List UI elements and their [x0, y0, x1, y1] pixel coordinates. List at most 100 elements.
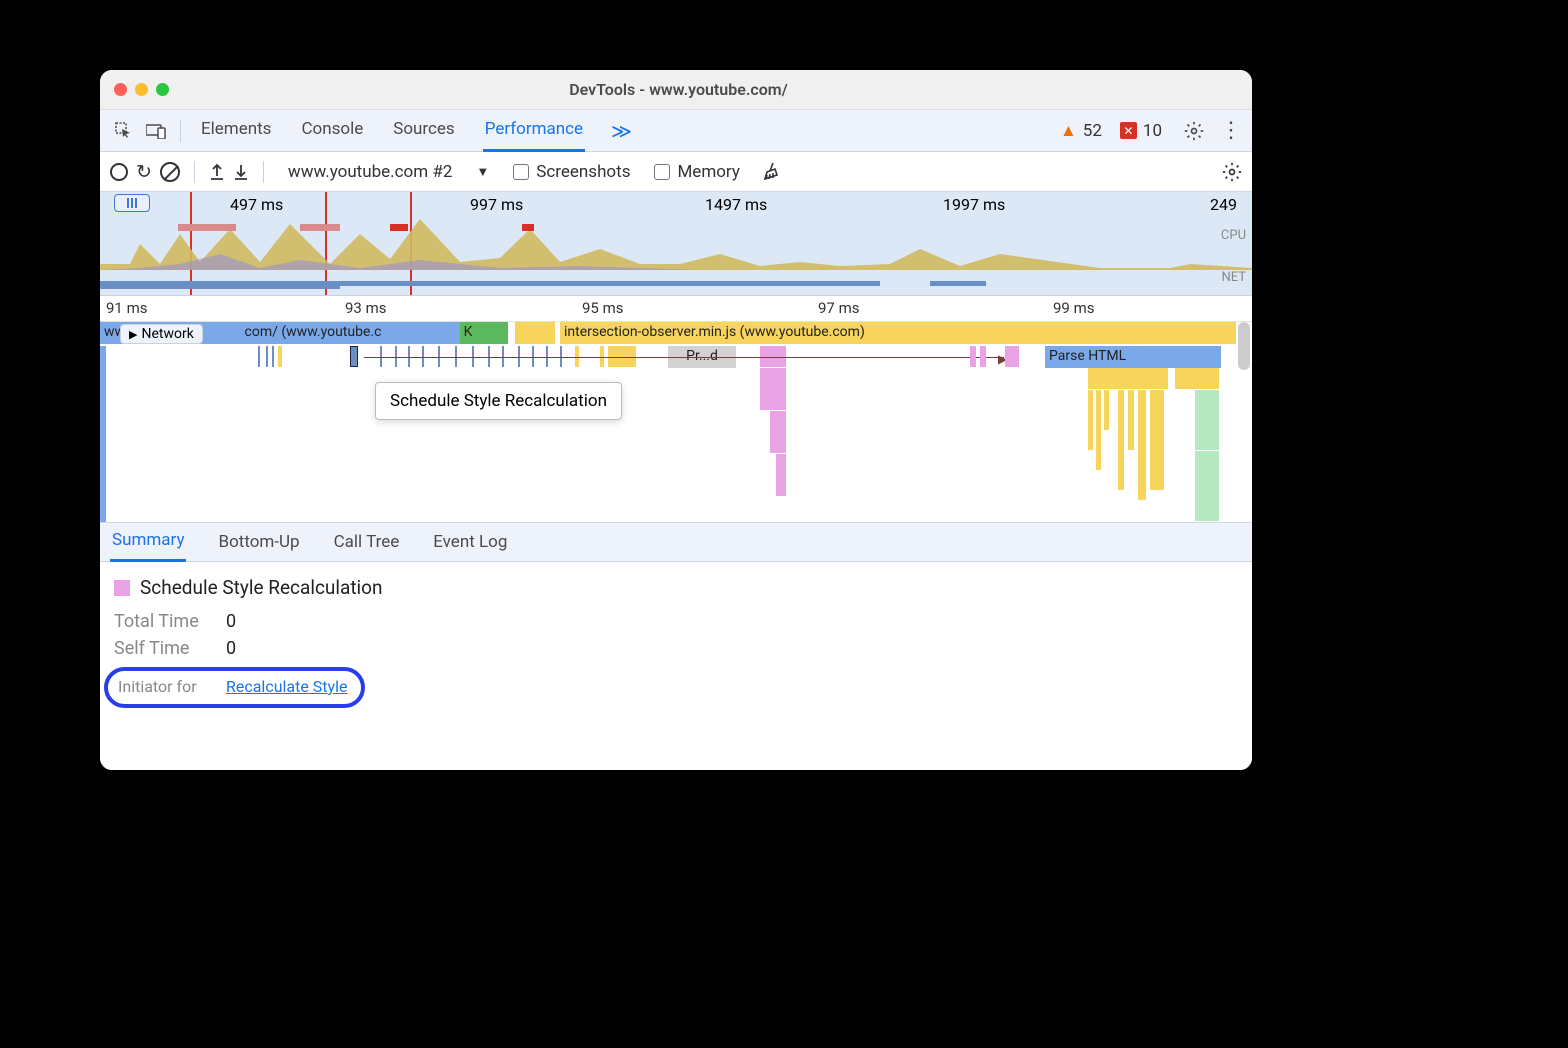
flame-bar-pink[interactable] — [980, 346, 986, 367]
flame-bar-yellow[interactable] — [1096, 390, 1101, 470]
tab-performance[interactable]: Performance — [483, 111, 585, 152]
flame-bar-pink[interactable] — [760, 368, 786, 410]
flame-bar-label: com/ (www.youtube.c — [245, 324, 382, 340]
tab-bottom-up[interactable]: Bottom-Up — [216, 524, 301, 561]
flame-bar-yellow[interactable] — [1175, 368, 1219, 389]
flame-bar-pink[interactable] — [776, 454, 786, 496]
net-chart — [100, 281, 1252, 289]
flame-bar-yellow[interactable] — [1128, 390, 1134, 450]
error-icon: ✕ — [1120, 122, 1137, 139]
flame-bar-pink[interactable] — [770, 411, 786, 453]
window-title: DevTools - www.youtube.com/ — [169, 80, 1188, 99]
overview-selection-handle[interactable] — [114, 194, 150, 212]
settings-icon[interactable] — [1184, 121, 1204, 141]
flame-tick — [272, 346, 274, 367]
flame-bar-yellow[interactable] — [1104, 390, 1109, 430]
cpu-chart — [100, 214, 1252, 270]
tab-summary[interactable]: Summary — [110, 522, 186, 562]
flame-bar-yellow[interactable] — [1138, 390, 1146, 500]
flame-bar-yellow[interactable]: intersection-observer.min.js (www.youtub… — [560, 322, 1236, 344]
checkbox-icon — [654, 164, 670, 180]
flame-bar-green[interactable] — [1195, 390, 1219, 450]
detail-time-ruler[interactable]: 91 ms 93 ms 95 ms 97 ms 99 ms — [100, 296, 1252, 322]
garbage-collect-button[interactable] — [762, 162, 780, 182]
chevron-down-icon: ▼ — [476, 164, 489, 180]
performance-toolbar: ↻ www.youtube.com #2 ▼ Screenshots Memor… — [100, 152, 1252, 192]
flame-bar-yellow[interactable] — [523, 322, 531, 344]
self-time-value: 0 — [226, 638, 236, 659]
flame-bar-yellow[interactable] — [547, 322, 555, 344]
flame-bar-green[interactable]: K — [460, 322, 476, 344]
tab-event-log[interactable]: Event Log — [431, 524, 509, 561]
flame-bar[interactable] — [350, 346, 358, 367]
flame-chart[interactable]: ww com/ (www.youtube.c K intersection-ob… — [100, 322, 1252, 522]
summary-panel: Schedule Style Recalculation Total Time … — [100, 562, 1252, 770]
self-time-label: Self Time — [114, 638, 206, 659]
capture-settings-icon[interactable] — [1222, 162, 1242, 182]
overview-tick: 1997 ms — [943, 195, 1005, 214]
screenshots-checkbox[interactable]: Screenshots — [513, 162, 630, 182]
flame-bar-yellow[interactable] — [1118, 390, 1124, 490]
tab-sources[interactable]: Sources — [391, 111, 456, 150]
maximize-window[interactable] — [156, 83, 169, 96]
upload-button[interactable] — [209, 163, 225, 181]
initiator-label: Initiator for — [118, 677, 226, 696]
initiator-link[interactable]: Recalculate Style — [226, 677, 347, 696]
minimize-window[interactable] — [135, 83, 148, 96]
warnings-badge[interactable]: ▲ 52 — [1060, 121, 1102, 141]
flame-bar-pink[interactable] — [1005, 346, 1019, 367]
timeline-overview[interactable]: 497 ms 997 ms 1497 ms 1997 ms 249 CPU NE… — [100, 192, 1252, 296]
divider — [263, 161, 264, 183]
ruler-tick: 91 ms — [106, 299, 147, 317]
flame-rows: Pr...d ▶ Parse HTML — [100, 346, 1236, 522]
ruler-tick: 95 ms — [582, 299, 623, 317]
flame-bar-blue[interactable] — [100, 346, 106, 522]
errors-badge[interactable]: ✕ 10 — [1120, 121, 1162, 141]
flame-bar-yellow[interactable] — [1088, 368, 1168, 389]
reload-button[interactable]: ↻ — [136, 160, 152, 183]
memory-checkbox[interactable]: Memory — [654, 162, 739, 182]
memory-label: Memory — [677, 162, 739, 182]
titlebar: DevTools - www.youtube.com/ — [100, 70, 1252, 110]
flame-scrollbar[interactable] — [1238, 322, 1250, 522]
flame-bar-parse-html[interactable]: Parse HTML — [1045, 346, 1221, 368]
flame-tick — [258, 346, 260, 367]
flame-bar-green[interactable] — [1195, 451, 1219, 521]
network-track-toggle[interactable]: ▶Network — [120, 324, 203, 344]
flame-bar-pink[interactable] — [970, 346, 976, 367]
profile-dropdown-label: www.youtube.com #2 — [288, 162, 452, 182]
summary-row-total-time: Total Time 0 — [114, 611, 1238, 632]
device-toolbar-icon[interactable] — [142, 117, 170, 145]
flame-bar-green[interactable] — [484, 322, 492, 344]
flame-bar-yellow[interactable] — [531, 322, 539, 344]
inspect-element-icon[interactable] — [110, 117, 138, 145]
close-window[interactable] — [114, 83, 127, 96]
screenshots-label: Screenshots — [536, 162, 630, 182]
flame-bar-yellow[interactable] — [515, 322, 523, 344]
download-button[interactable] — [233, 163, 249, 181]
profile-dropdown[interactable]: www.youtube.com #2 ▼ — [288, 162, 489, 182]
kebab-menu-icon[interactable]: ⋮ — [1220, 118, 1242, 143]
main-tabs-row: Elements Console Sources Performance ≫ ▲… — [100, 110, 1252, 152]
scrollbar-thumb[interactable] — [1238, 322, 1250, 370]
tab-call-tree[interactable]: Call Tree — [332, 524, 402, 561]
total-time-value: 0 — [226, 611, 236, 632]
tab-elements[interactable]: Elements — [199, 111, 273, 150]
overview-axis-labels: CPU NET — [1221, 228, 1246, 286]
flame-bar-green[interactable] — [476, 322, 484, 344]
clear-button[interactable] — [160, 162, 180, 182]
overview-tick: 249 — [1210, 195, 1237, 214]
flame-tick — [278, 346, 282, 367]
cpu-label: CPU — [1221, 228, 1246, 244]
more-tabs-icon[interactable]: ≫ — [611, 119, 632, 143]
flame-bar-green[interactable] — [492, 322, 500, 344]
tab-console[interactable]: Console — [299, 111, 365, 150]
flame-bar-yellow[interactable] — [539, 322, 547, 344]
flame-bar-green[interactable] — [500, 322, 508, 344]
flame-bar-yellow[interactable] — [1150, 390, 1164, 490]
total-time-label: Total Time — [114, 611, 206, 632]
event-color-swatch — [114, 580, 130, 596]
record-button[interactable] — [110, 163, 128, 181]
panel-tabs: Elements Console Sources Performance — [199, 111, 585, 150]
flame-bar-yellow[interactable] — [1088, 390, 1093, 450]
